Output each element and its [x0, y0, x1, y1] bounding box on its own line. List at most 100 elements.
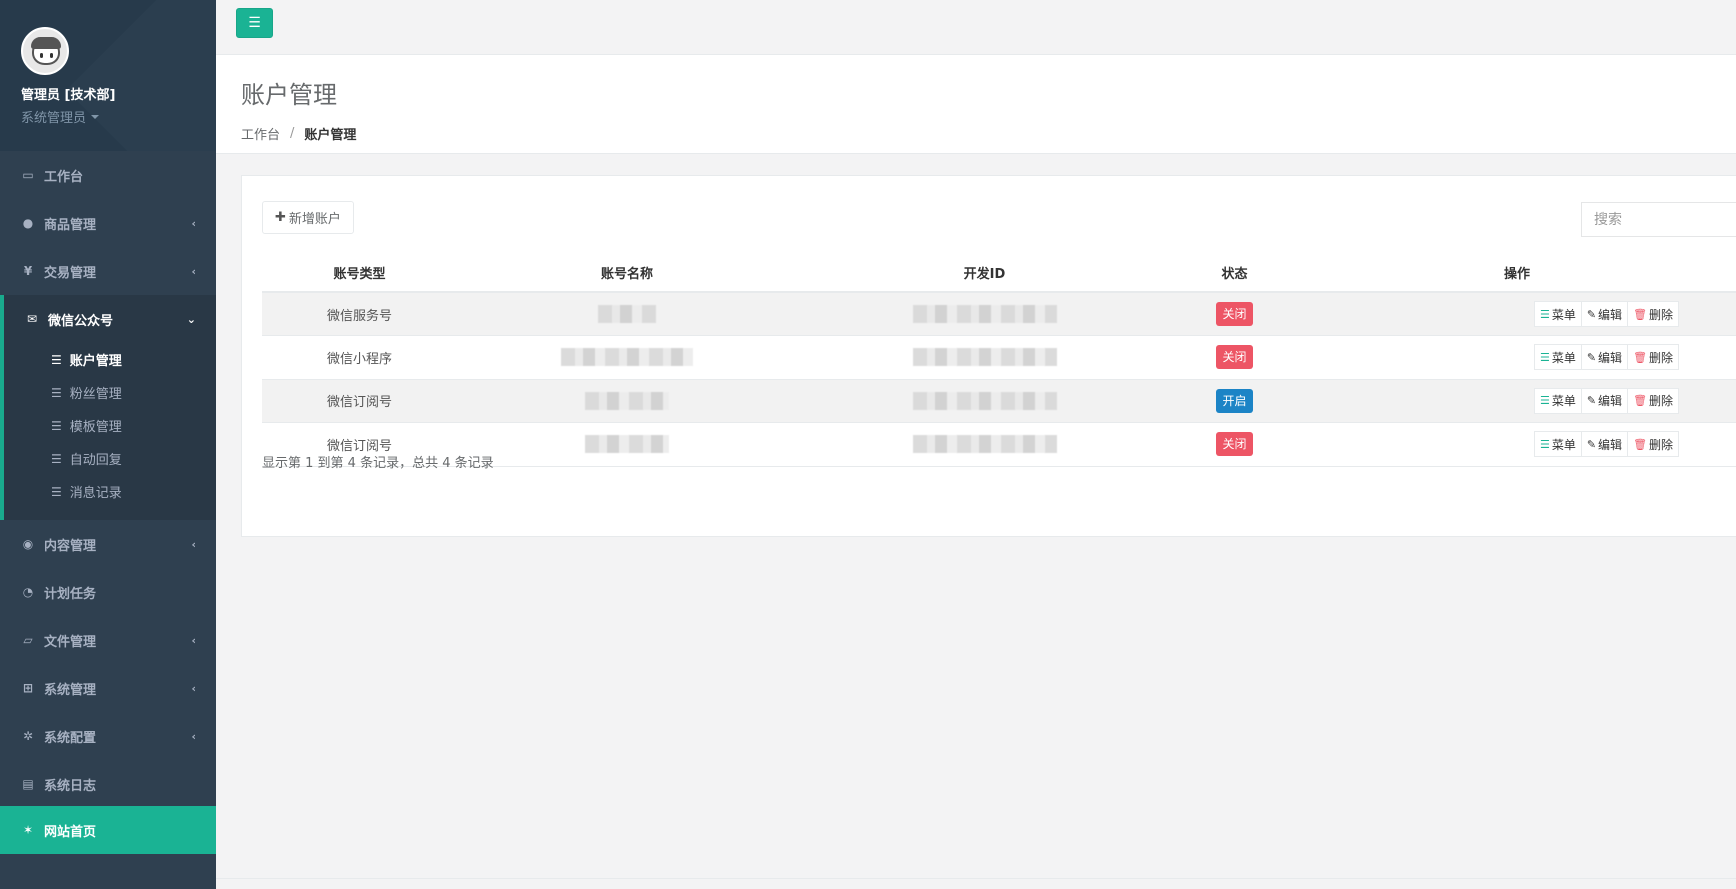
list-icon: ☰	[51, 484, 62, 499]
status-cell: 开启	[1172, 379, 1297, 423]
status-badge[interactable]: 关闭	[1216, 432, 1253, 457]
chevron-left-icon: ‹	[191, 729, 196, 743]
menu-button-label: 菜单	[1551, 307, 1576, 322]
menu-button-label: 菜单	[1551, 437, 1576, 452]
avatar[interactable]	[21, 27, 69, 75]
breadcrumb-link-dashboard[interactable]: 工作台	[241, 124, 280, 143]
sidebar-item-wechat[interactable]: ✉ 微信公众号 ⌄	[0, 295, 216, 343]
edit-button[interactable]: ✎ 编辑	[1580, 301, 1629, 327]
chevron-left-icon: ‹	[191, 633, 196, 647]
redacted-value	[912, 435, 1057, 454]
delete-button[interactable]: 🗑 删除	[1627, 344, 1680, 371]
sidebar-item-label: 内容管理	[44, 538, 97, 554]
actions-cell: ☰ 菜单 ✎ 编辑 🗑 删除	[1297, 379, 1736, 423]
sidebar-subitem-templates[interactable]: ☰ 模板管理	[4, 409, 216, 442]
trash-icon: 🗑	[1633, 307, 1648, 321]
sidebar-item-tasks[interactable]: ◔ 计划任务	[0, 568, 216, 616]
sidebar-item-trades[interactable]: ¥ 交易管理 ‹	[0, 247, 216, 295]
redacted-value	[912, 391, 1057, 410]
sidebar-item-homepage[interactable]: ✶ 网站首页	[0, 806, 216, 854]
accounts-table: 账号类型 账号名称 开发ID 状态 操作 微信服务号 关闭 ☰ 菜单 ✎ 编辑 🗑 删…	[262, 253, 1736, 467]
list-icon: ☰	[51, 418, 62, 433]
menu-button[interactable]: ☰ 菜单	[1533, 431, 1582, 458]
menu-button[interactable]: ☰ 菜单	[1533, 387, 1582, 414]
sidebar-item-files[interactable]: ▱ 文件管理 ‹	[0, 616, 216, 664]
sidebar-item-label: 系统配置	[44, 730, 97, 746]
sidebar-item-label: 工作台	[44, 169, 84, 185]
sidebar-item-logs[interactable]: ▤ 系统日志	[0, 760, 216, 808]
trash-icon: 🗑	[1633, 394, 1648, 408]
trash-icon: 🗑	[1633, 437, 1648, 451]
redacted-value	[912, 305, 1057, 323]
column-header: 操作	[1297, 253, 1736, 293]
list-icon: ☰	[1539, 307, 1550, 321]
breadcrumb: 工作台 / 账户管理	[241, 124, 1736, 143]
account-type-cell: 微信服务号	[262, 292, 457, 336]
sidebar-item-system[interactable]: ⊞ 系统管理 ‹	[0, 664, 216, 712]
list-icon: ☰	[1539, 437, 1550, 451]
dev-id-cell	[797, 335, 1172, 380]
sidebar-item-label: 交易管理	[44, 265, 97, 281]
profile-role-dropdown[interactable]: 系统管理员	[21, 107, 216, 126]
edit-button[interactable]: ✎ 编辑	[1580, 344, 1629, 371]
folder-icon: ▱	[23, 633, 33, 647]
menu-button[interactable]: ☰ 菜单	[1533, 301, 1582, 327]
sidebar-item-dashboard[interactable]: ▭ 工作台	[0, 151, 216, 199]
sidebar-item-config[interactable]: ✲ 系统配置 ‹	[0, 712, 216, 760]
sidebar-subitem-autoreply[interactable]: ☰ 自动回复	[4, 442, 216, 475]
sidebar-subitem-label: 粉丝管理	[69, 387, 122, 402]
status-badge[interactable]: 关闭	[1216, 302, 1253, 326]
chevron-down-icon: ⌄	[186, 312, 196, 326]
menu-button[interactable]: ☰ 菜单	[1533, 344, 1582, 371]
add-account-button[interactable]: ✚ 新增账户	[262, 201, 354, 234]
accounts-panel: ✚ 新增账户 账号类型 账号名称 开发ID 状态 操作 微信服务号 关闭	[241, 175, 1736, 537]
list-icon: ☰	[51, 451, 62, 466]
delete-button-label: 删除	[1649, 350, 1674, 365]
pencil-icon: ✎	[1586, 394, 1597, 408]
clock-icon: ◔	[22, 585, 34, 599]
column-header[interactable]: 状态	[1172, 253, 1297, 293]
sidebar-subitem-label: 消息记录	[69, 486, 122, 501]
menu-toggle-button[interactable]: ☰	[236, 8, 273, 38]
search-input[interactable]	[1581, 202, 1736, 237]
delete-button[interactable]: 🗑 删除	[1627, 301, 1680, 327]
sidebar-subitem-accounts[interactable]: ☰ 账户管理	[4, 343, 216, 376]
account-type-cell: 微信小程序	[262, 335, 457, 380]
delete-button-label: 删除	[1649, 437, 1674, 452]
sidebar-subitem-fans[interactable]: ☰ 粉丝管理	[4, 376, 216, 409]
profile-name: 管理员 [技术部]	[21, 88, 116, 103]
hamburger-icon: ☰	[248, 15, 261, 31]
column-header[interactable]: 账号类型	[262, 253, 457, 293]
trash-icon: 🗑	[1633, 350, 1648, 364]
delete-button[interactable]: 🗑 删除	[1627, 387, 1680, 414]
sidebar-item-content[interactable]: ◉ 内容管理 ‹	[0, 520, 216, 568]
table-row: 微信订阅号 开启 ☰ 菜单 ✎ 编辑 🗑 删除	[262, 379, 1736, 423]
status-cell: 关闭	[1172, 292, 1297, 336]
chevron-left-icon: ‹	[191, 216, 196, 230]
status-badge[interactable]: 关闭	[1216, 345, 1253, 370]
sidebar-subitem-messages[interactable]: ☰ 消息记录	[4, 475, 216, 508]
wechat-icon: ✉	[26, 312, 38, 326]
plus-icon: ✚	[275, 210, 286, 225]
edit-button[interactable]: ✎ 编辑	[1580, 387, 1629, 414]
column-header[interactable]: 开发ID	[797, 253, 1172, 293]
actions-cell: ☰ 菜单 ✎ 编辑 🗑 删除	[1297, 292, 1736, 336]
chevron-left-icon: ‹	[191, 264, 196, 278]
pencil-icon: ✎	[1586, 350, 1597, 364]
yen-icon: ¥	[23, 264, 33, 278]
list-icon: ☰	[1539, 350, 1550, 364]
sidebar-item-products[interactable]: ● 商品管理 ‹	[0, 199, 216, 247]
breadcrumb-current: 账户管理	[304, 128, 357, 143]
delete-button[interactable]: 🗑 删除	[1627, 431, 1680, 458]
edit-button[interactable]: ✎ 编辑	[1580, 431, 1629, 458]
column-header[interactable]: 账号名称	[457, 253, 797, 293]
home-star-icon: ✶	[22, 823, 34, 837]
list-icon: ☰	[51, 352, 62, 367]
chrome-icon: ◉	[22, 537, 34, 551]
status-badge[interactable]: 开启	[1216, 388, 1253, 413]
sidebar-subitem-label: 模板管理	[69, 420, 122, 435]
desktop-icon: ▭	[22, 168, 34, 182]
footer-divider	[216, 878, 1736, 879]
account-name-cell	[457, 379, 797, 423]
wechat-submenu: ☰ 账户管理 ☰ 粉丝管理 ☰ 模板管理 ☰ 自动回复 ☰ 消息记录	[0, 343, 216, 520]
